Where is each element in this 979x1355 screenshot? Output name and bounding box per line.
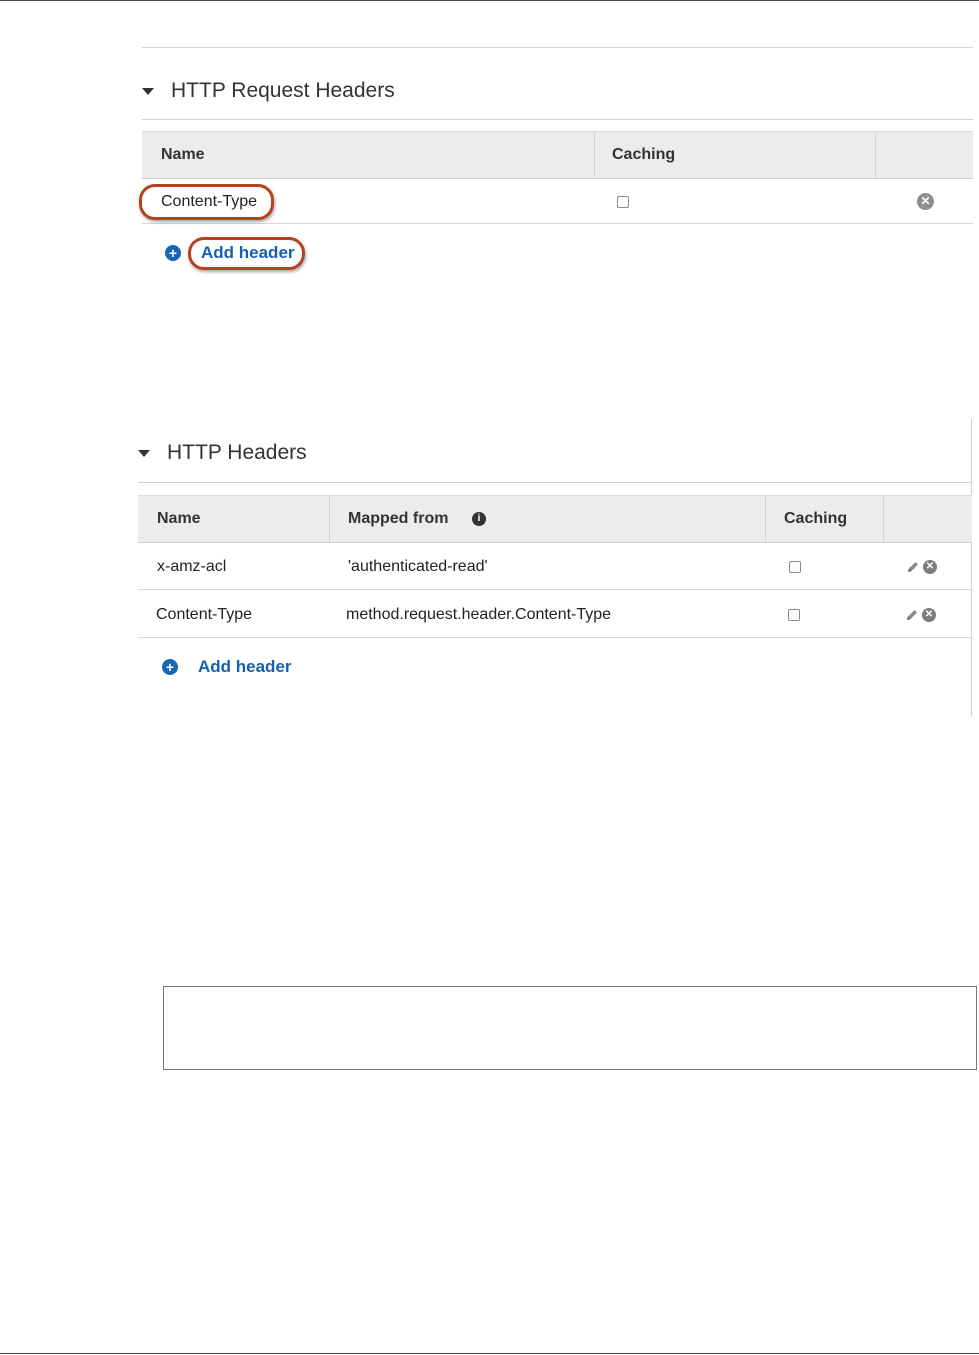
column-separator (765, 496, 766, 542)
column-separator (883, 496, 884, 542)
highlight-oval (139, 184, 274, 220)
column-separator (875, 132, 876, 178)
column-separator (329, 496, 330, 542)
plus-circle-icon[interactable]: + (162, 659, 178, 675)
pencil-icon[interactable] (905, 608, 919, 622)
column-header-caching: Caching (784, 510, 848, 527)
table-row: x-amz-acl 'authenticated-read' ✕ (138, 543, 972, 590)
caret-down-icon[interactable] (138, 449, 150, 457)
add-header-link[interactable]: Add header (198, 657, 292, 677)
pencil-icon[interactable] (906, 560, 920, 574)
section-title: HTTP Headers (167, 441, 307, 464)
empty-text-box (163, 986, 977, 1070)
column-header-caching: Caching (612, 146, 676, 163)
column-header-name: Name (157, 510, 201, 527)
remove-circle-icon[interactable]: ✕ (923, 560, 937, 574)
remove-circle-icon[interactable]: ✕ (922, 608, 936, 622)
caching-checkbox[interactable] (789, 561, 801, 573)
plus-circle-icon[interactable]: + (165, 245, 181, 261)
section-title: HTTP Request Headers (171, 79, 395, 102)
caching-checkbox[interactable] (788, 609, 800, 621)
mapped-from-cell: 'authenticated-read' (348, 558, 488, 575)
caret-down-icon[interactable] (142, 87, 154, 95)
column-header-mapped-from: Mapped from (348, 510, 449, 527)
info-circle-icon[interactable]: i (472, 512, 486, 526)
panel-divider (142, 47, 973, 48)
add-header-row: + Add header (162, 657, 292, 677)
column-separator (594, 132, 595, 178)
section-title-rule (138, 482, 972, 483)
mapped-from-cell: method.request.header.Content-Type (346, 606, 612, 623)
table-header: Name Caching (142, 131, 973, 179)
integration-headers-section-header[interactable]: HTTP Headers (138, 441, 307, 465)
integration-headers-table: Name Mapped from i Caching x-amz-acl 'au… (138, 495, 972, 638)
highlight-oval (188, 237, 305, 270)
header-name-cell: x-amz-acl (157, 558, 227, 575)
request-headers-section-header[interactable]: HTTP Request Headers (142, 79, 395, 103)
remove-circle-icon[interactable]: ✕ (917, 193, 934, 210)
section-title-rule (142, 119, 973, 120)
caching-checkbox[interactable] (617, 196, 629, 208)
page-bottom-rule (0, 1353, 979, 1354)
page-top-rule (0, 0, 979, 1)
table-header: Name Mapped from i Caching (138, 495, 972, 543)
column-header-name: Name (161, 146, 205, 163)
table-row: Content-Type method.request.header.Conte… (138, 591, 972, 638)
header-name-cell: Content-Type (156, 606, 253, 623)
